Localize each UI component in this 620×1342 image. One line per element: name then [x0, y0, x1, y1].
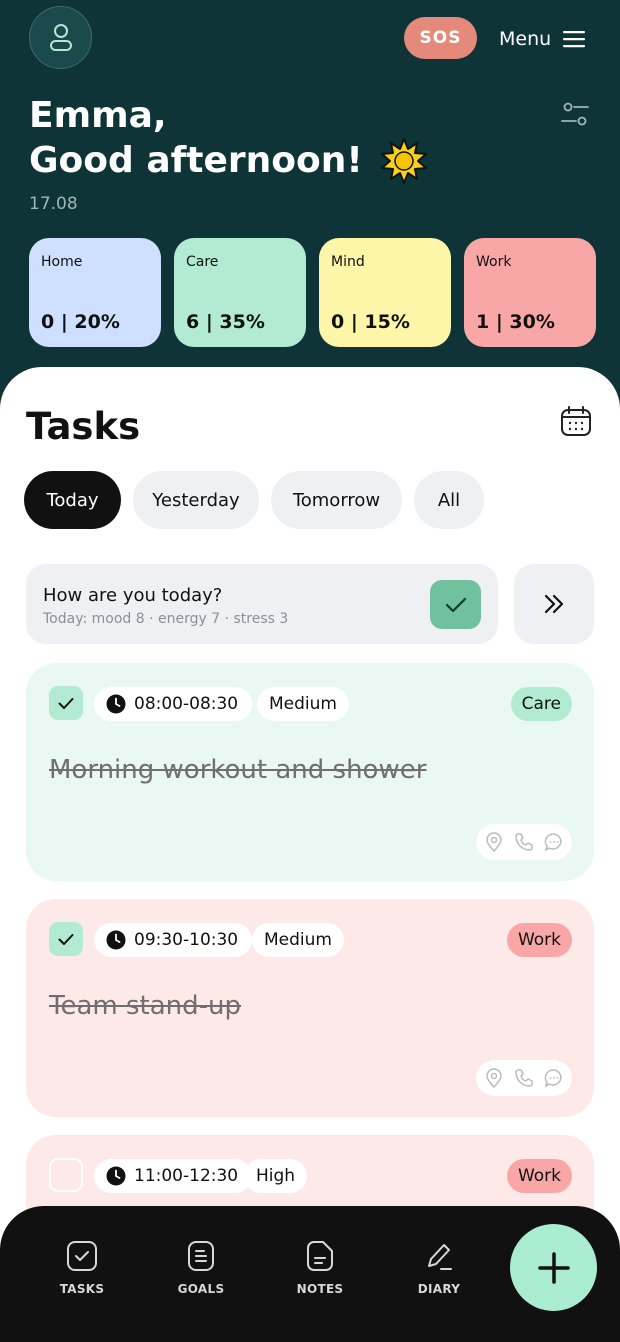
tasks-panel: Tasks Today Yesterday Tomorrow All How a… — [0, 367, 620, 1342]
task-priority: Medium — [252, 923, 344, 957]
location-icon[interactable] — [482, 830, 506, 854]
nav-diary[interactable]: DIARY — [394, 1240, 484, 1296]
nav-diary-label: DIARY — [417, 1282, 461, 1296]
task-checkbox[interactable] — [49, 1158, 83, 1192]
category-card-mind[interactable]: Mind 0 | 15% — [319, 238, 451, 347]
user-icon — [49, 23, 72, 51]
category-name: Mind — [331, 254, 365, 270]
clock-icon — [106, 930, 126, 950]
menu-label: Menu — [499, 28, 552, 50]
notes-icon — [307, 1241, 333, 1271]
mood-card[interactable]: How are you today? Today: mood 8 · energ… — [26, 564, 498, 644]
task-category-tag: Work — [506, 923, 572, 957]
category-value: 6 | 35% — [186, 311, 265, 333]
sun-icon — [380, 138, 427, 184]
greeting-text: Good afternoon! — [29, 140, 363, 181]
nav-notes-label: NOTES — [296, 1282, 344, 1296]
check-icon — [58, 933, 74, 945]
location-icon[interactable] — [482, 1066, 506, 1090]
task-title: Morning workout and shower — [49, 755, 427, 785]
hamburger-icon — [563, 31, 586, 48]
task-time: 11:00-12:30 — [94, 1159, 253, 1193]
day-tabs: Today Yesterday Tomorrow All — [24, 471, 484, 529]
clock-icon — [106, 1166, 126, 1186]
check-icon — [58, 697, 74, 709]
task-time-label: 09:30-10:30 — [134, 930, 239, 950]
goals-icon — [188, 1241, 214, 1271]
pencil-icon — [428, 1244, 452, 1270]
nav-notes[interactable]: NOTES — [275, 1240, 365, 1296]
task-actions — [476, 1060, 572, 1096]
clock-icon — [106, 694, 126, 714]
double-chevron-icon — [544, 594, 564, 614]
category-cards: Home 0 | 20% Care 6 | 35% Mind 0 | 15% W… — [29, 238, 596, 347]
category-value: 1 | 30% — [476, 311, 555, 333]
phone-icon[interactable] — [512, 830, 536, 854]
task-actions — [476, 824, 572, 860]
mood-question: How are you today? — [43, 585, 223, 606]
task-time-label: 08:00-08:30 — [134, 694, 239, 714]
mood-check-button[interactable] — [430, 580, 481, 629]
task-card[interactable]: 08:00-08:30 Medium Care Morning workout … — [26, 663, 594, 881]
category-name: Home — [41, 254, 83, 270]
task-priority: Medium — [257, 687, 349, 721]
task-checkbox[interactable] — [49, 922, 83, 956]
comment-icon[interactable] — [542, 830, 566, 854]
add-task-button[interactable] — [510, 1224, 597, 1311]
sos-button[interactable]: SOS — [404, 17, 477, 59]
profile-avatar[interactable] — [29, 6, 92, 69]
category-name: Care — [186, 254, 219, 270]
category-card-work[interactable]: Work 1 | 30% — [464, 238, 596, 347]
plus-icon — [537, 1251, 570, 1284]
menu-button[interactable]: Menu — [499, 26, 586, 52]
task-time: 08:00-08:30 — [94, 687, 253, 721]
filter-icon[interactable] — [561, 100, 589, 128]
phone-icon[interactable] — [512, 1066, 536, 1090]
current-date: 17.08 — [29, 194, 78, 214]
tab-yesterday[interactable]: Yesterday — [133, 471, 259, 529]
nav-tasks[interactable]: TASKS — [37, 1240, 127, 1296]
bottom-nav: TASKS GOALS NOTES DIARY — [0, 1206, 620, 1342]
task-category-tag: Work — [506, 1159, 572, 1193]
task-priority: High — [244, 1159, 308, 1193]
mood-summary: Today: mood 8 · energy 7 · stress 3 — [43, 611, 289, 627]
task-title: Team stand-up — [49, 991, 242, 1021]
greeting-name: Emma, — [29, 95, 167, 136]
nav-goals[interactable]: GOALS — [156, 1240, 246, 1296]
task-checkbox[interactable] — [49, 686, 83, 720]
category-name: Work — [476, 254, 512, 270]
mood-next-button[interactable] — [514, 564, 594, 644]
category-value: 0 | 20% — [41, 311, 120, 333]
check-icon — [445, 597, 466, 612]
task-time-label: 11:00-12:30 — [134, 1166, 239, 1186]
comment-icon[interactable] — [542, 1066, 566, 1090]
tab-tomorrow[interactable]: Tomorrow — [271, 471, 402, 529]
task-card[interactable]: 09:30-10:30 Medium Work Team stand-up — [26, 899, 594, 1117]
nav-tasks-label: TASKS — [59, 1282, 105, 1296]
greeting: Emma, Good afternoon! — [29, 94, 427, 184]
tasks-title: Tasks — [26, 405, 141, 448]
tab-today[interactable]: Today — [24, 471, 121, 529]
category-card-home[interactable]: Home 0 | 20% — [29, 238, 161, 347]
category-card-care[interactable]: Care 6 | 35% — [174, 238, 306, 347]
task-time: 09:30-10:30 — [94, 923, 253, 957]
category-value: 0 | 15% — [331, 311, 410, 333]
header: SOS Menu Emma, Good afternoon! 17.08 Hom… — [0, 0, 620, 400]
task-category-tag: Care — [510, 687, 572, 721]
nav-goals-label: GOALS — [177, 1282, 225, 1296]
calendar-icon[interactable] — [560, 405, 592, 437]
tab-all[interactable]: All — [414, 471, 484, 529]
tasks-icon — [67, 1241, 97, 1271]
